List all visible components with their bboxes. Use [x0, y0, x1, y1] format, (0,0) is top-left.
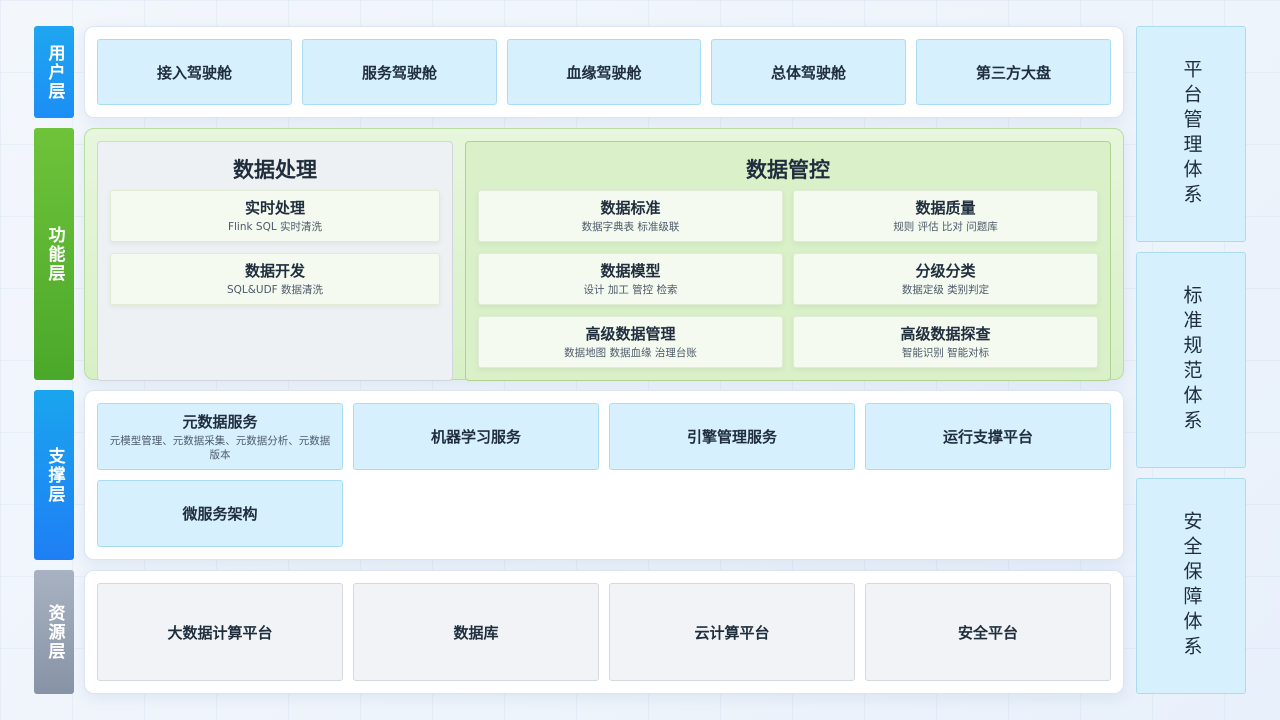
card-realtime-processing[interactable]: 实时处理 Flink SQL 实时清洗	[110, 190, 440, 242]
card-data-model[interactable]: 数据模型 设计 加工 管控 检索	[478, 253, 783, 305]
right-col-label: 安全保障体系	[1180, 511, 1203, 661]
card-title: 高级数据探查	[900, 325, 991, 344]
cell-title: 总体驾驶舱	[770, 63, 846, 82]
card-title: 高级数据管理	[585, 325, 676, 344]
data-governance-block: 数据管控 数据标准 数据字典表 标准级联 数据质量 规则 评估 比对 问题库 数…	[465, 141, 1111, 381]
card-subtitle: 数据字典表 标准级联	[581, 221, 680, 234]
layer-label-resource: 资源层	[34, 570, 74, 694]
support-item-engine-management[interactable]: 引擎管理服务	[609, 403, 855, 470]
cell-title: 第三方大盘	[975, 63, 1051, 82]
support-layer-panel: 元数据服务 元模型管理、元数据采集、元数据分析、元数据版本 机器学习服务 引擎管…	[84, 390, 1124, 560]
card-subtitle: 数据地图 数据血缘 治理台账	[564, 347, 697, 360]
cell-subtitle: 元模型管理、元数据采集、元数据分析、元数据版本	[109, 434, 331, 461]
support-item-ml-service[interactable]: 机器学习服务	[353, 403, 599, 470]
cell-title: 运行支撑平台	[942, 428, 1033, 446]
user-item-third-party-dashboard[interactable]: 第三方大盘	[916, 39, 1111, 105]
data-governance-title: 数据管控	[746, 158, 830, 182]
card-data-quality[interactable]: 数据质量 规则 评估 比对 问题库	[793, 190, 1098, 242]
card-title: 分级分类	[915, 262, 976, 281]
user-item-overall-cockpit[interactable]: 总体驾驶舱	[711, 39, 906, 105]
cell-title: 安全平台	[957, 623, 1018, 642]
cell-title: 引擎管理服务	[686, 428, 777, 446]
user-layer-panel: 接入驾驶舱 服务驾驶舱 血缘驾驶舱 总体驾驶舱 第三方大盘	[84, 26, 1124, 118]
card-subtitle: 规则 评估 比对 问题库	[893, 221, 998, 234]
support-item-microservice[interactable]: 微服务架构	[97, 480, 343, 547]
card-title: 数据模型	[600, 262, 661, 281]
user-item-service-cockpit[interactable]: 服务驾驶舱	[302, 39, 497, 105]
function-layer-panel: 数据处理 实时处理 Flink SQL 实时清洗 数据开发 SQL&UDF 数据…	[84, 128, 1124, 381]
card-title: 数据标准	[600, 199, 661, 218]
card-advanced-data-exploration[interactable]: 高级数据探查 智能识别 智能对标	[793, 316, 1098, 368]
cell-title: 云计算平台	[694, 623, 770, 642]
security-assurance-system[interactable]: 安全保障体系	[1136, 478, 1246, 694]
card-advanced-data-management[interactable]: 高级数据管理 数据地图 数据血缘 治理台账	[478, 316, 783, 368]
card-title: 实时处理	[244, 199, 305, 218]
card-subtitle: 设计 加工 管控 检索	[583, 284, 678, 297]
cell-title: 机器学习服务	[430, 428, 521, 446]
resource-item-bigdata-platform[interactable]: 大数据计算平台	[97, 583, 343, 681]
cell-title: 数据库	[453, 623, 499, 642]
card-title: 数据开发	[244, 262, 305, 281]
data-processing-title: 数据处理	[233, 158, 317, 182]
resource-item-database[interactable]: 数据库	[353, 583, 599, 681]
user-item-lineage-cockpit[interactable]: 血缘驾驶舱	[507, 39, 701, 105]
card-data-standard[interactable]: 数据标准 数据字典表 标准级联	[478, 190, 783, 242]
resource-item-security-platform[interactable]: 安全平台	[865, 583, 1111, 681]
card-classification[interactable]: 分级分类 数据定级 类别判定	[793, 253, 1098, 305]
data-processing-block: 数据处理 实时处理 Flink SQL 实时清洗 数据开发 SQL&UDF 数据…	[97, 141, 453, 381]
support-item-metadata-service[interactable]: 元数据服务 元模型管理、元数据采集、元数据分析、元数据版本	[97, 403, 343, 470]
cell-title: 血缘驾驶舱	[566, 63, 642, 82]
cell-title: 元数据服务	[182, 412, 258, 431]
resource-item-cloud-platform[interactable]: 云计算平台	[609, 583, 855, 681]
cell-title: 接入驾驶舱	[156, 63, 232, 82]
layer-label-support: 支撑层	[34, 390, 74, 560]
cell-title: 微服务架构	[182, 505, 258, 523]
resource-layer-panel: 大数据计算平台 数据库 云计算平台 安全平台	[84, 570, 1124, 694]
layer-label-user: 用户层	[34, 26, 74, 118]
cell-title: 大数据计算平台	[167, 623, 273, 642]
standards-system[interactable]: 标准规范体系	[1136, 252, 1246, 468]
card-subtitle: SQL&UDF 数据清洗	[226, 284, 324, 297]
right-col-label: 平台管理体系	[1180, 59, 1203, 209]
user-item-access-cockpit[interactable]: 接入驾驶舱	[97, 39, 292, 105]
card-subtitle: Flink SQL 实时清洗	[227, 221, 323, 234]
cell-title: 服务驾驶舱	[361, 63, 437, 82]
card-subtitle: 数据定级 类别判定	[901, 284, 990, 297]
card-data-development[interactable]: 数据开发 SQL&UDF 数据清洗	[110, 253, 440, 305]
platform-management-system[interactable]: 平台管理体系	[1136, 26, 1246, 242]
card-subtitle: 智能识别 智能对标	[901, 347, 990, 360]
right-col-label: 标准规范体系	[1180, 285, 1203, 435]
layer-label-function: 功能层	[34, 128, 74, 380]
card-title: 数据质量	[915, 199, 976, 218]
support-item-runtime-platform[interactable]: 运行支撑平台	[865, 403, 1111, 470]
